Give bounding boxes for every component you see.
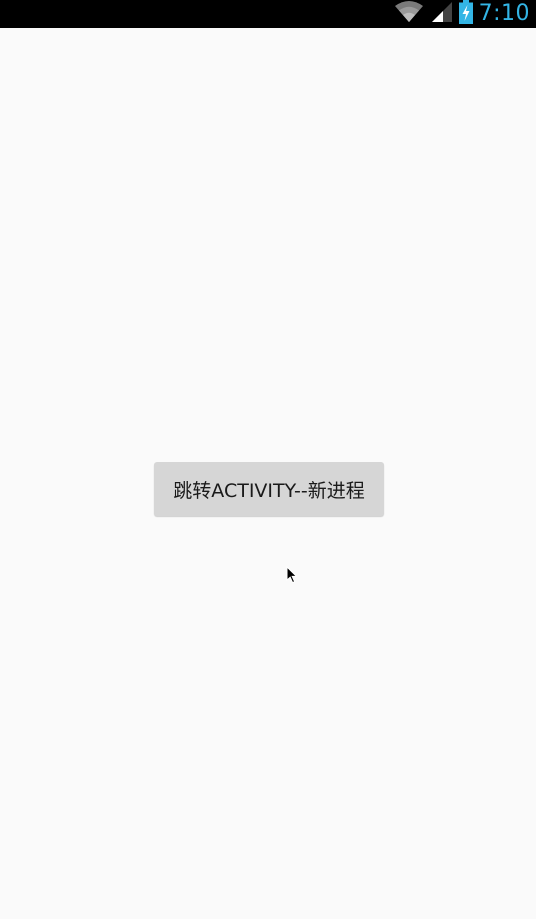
device-screen: 7:10 跳转ACTIVITY--新进程 bbox=[0, 0, 536, 919]
status-clock: 7:10 bbox=[478, 1, 530, 26]
wifi-icon bbox=[393, 0, 425, 28]
status-icons: 7:10 bbox=[393, 0, 530, 28]
status-bar: 7:10 bbox=[0, 0, 536, 28]
battery-charging-icon bbox=[458, 0, 473, 28]
cell-signal-icon bbox=[431, 1, 453, 27]
mouse-pointer-icon bbox=[286, 565, 300, 584]
activity-content: 跳转ACTIVITY--新进程 bbox=[0, 28, 536, 919]
launch-activity-new-process-button[interactable]: 跳转ACTIVITY--新进程 bbox=[154, 462, 384, 516]
